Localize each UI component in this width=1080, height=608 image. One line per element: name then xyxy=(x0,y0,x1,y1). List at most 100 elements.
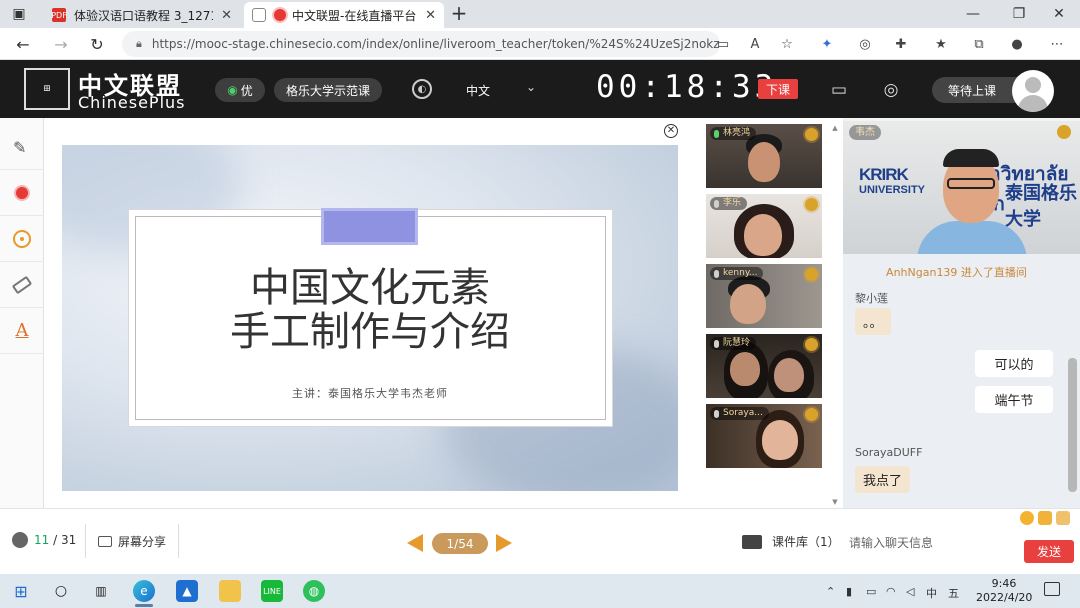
minimize-icon[interactable]: — xyxy=(950,0,996,28)
chevron-down-icon[interactable]: ⌄ xyxy=(526,80,536,94)
task-view-icon[interactable]: ▥ xyxy=(90,580,112,602)
more-menu-icon[interactable]: ⋯ xyxy=(1046,34,1068,54)
close-icon[interactable]: ✕ xyxy=(664,124,678,138)
search-icon[interactable]: ○ xyxy=(50,580,72,602)
video-figure xyxy=(748,142,780,182)
tab-actions-icon[interactable]: ▣ xyxy=(0,0,38,28)
read-aloud-icon[interactable]: A xyxy=(744,34,766,54)
volume-icon[interactable]: ◁ xyxy=(906,585,914,598)
screen-share-button[interactable]: 屏幕分享 xyxy=(98,533,166,550)
back-icon[interactable]: ← xyxy=(12,33,34,55)
next-page-icon[interactable] xyxy=(496,534,512,552)
courseware-button[interactable]: 课件库（1） xyxy=(742,533,840,550)
edge-browser-icon[interactable]: e xyxy=(133,580,155,602)
wechat-icon[interactable]: ◍ xyxy=(303,580,325,602)
favorite-add-icon[interactable]: ☆ xyxy=(776,34,798,54)
student-video-tile[interactable]: 李乐 xyxy=(706,194,822,258)
windows-start-icon[interactable]: ⊞ xyxy=(10,580,32,602)
send-button[interactable]: 发送 xyxy=(1024,540,1074,563)
pointer-tool[interactable] xyxy=(0,216,44,262)
lock-icon: 🔒︎ xyxy=(136,37,142,50)
extension-2-icon[interactable]: ◎ xyxy=(854,34,876,54)
favorites-icon[interactable]: ★ xyxy=(930,34,952,54)
previous-page-icon[interactable] xyxy=(407,534,423,552)
text-tool[interactable]: A xyxy=(0,308,44,354)
file-explorer-icon[interactable] xyxy=(219,580,241,602)
line-app-icon[interactable]: LINE xyxy=(261,580,283,602)
ime-mode-indicator[interactable]: 五 xyxy=(948,585,959,601)
reward-icon[interactable] xyxy=(805,338,818,351)
new-tab-button[interactable]: + xyxy=(448,3,470,25)
student-video-tile[interactable]: Soraya... xyxy=(706,404,822,468)
mic-off-icon xyxy=(714,269,719,278)
reward-icon[interactable] xyxy=(1057,125,1071,139)
forward-icon[interactable]: → xyxy=(50,33,72,55)
slide-subtitle: 主讲：泰国格乐大学韦杰老师 xyxy=(292,387,448,400)
video-figure xyxy=(730,284,766,324)
close-tab-icon[interactable]: ✕ xyxy=(425,8,436,23)
language-select[interactable]: 中文 xyxy=(466,82,490,99)
wifi-tray-icon[interactable]: ◠ xyxy=(886,585,896,598)
close-tab-icon[interactable]: ✕ xyxy=(221,8,232,23)
color-tool[interactable] xyxy=(0,170,44,216)
refresh-icon[interactable]: ↻ xyxy=(86,33,108,55)
microphone-tray-icon[interactable]: ▮ xyxy=(846,585,852,598)
folder-icon[interactable] xyxy=(1038,511,1052,525)
photos-icon[interactable]: ▲ xyxy=(176,580,198,602)
chat-scrollbar[interactable] xyxy=(1068,358,1077,492)
ime-indicator[interactable]: 中 xyxy=(926,585,937,601)
video-figure xyxy=(762,420,798,460)
reward-icon[interactable] xyxy=(805,268,818,281)
browser-tab-pdf[interactable]: PDF 体验汉语口语教程 3_12711584.p ✕ xyxy=(44,2,240,28)
pdf-icon: PDF xyxy=(51,8,67,22)
monitor-icon[interactable]: ▭ xyxy=(826,78,852,102)
divider xyxy=(178,524,179,558)
scroll-up-icon[interactable]: ▲ xyxy=(831,124,839,132)
file-icon[interactable] xyxy=(1056,511,1070,525)
tab-label: 体验汉语口语教程 3_12711584.p xyxy=(74,8,213,23)
windows-taskbar xyxy=(0,574,1080,608)
emoji-icon[interactable] xyxy=(1020,511,1034,525)
broadcast-icon[interactable]: ◎ xyxy=(878,78,904,102)
notification-icon[interactable] xyxy=(1044,582,1060,596)
extension-icon[interactable]: ✦ xyxy=(816,34,838,54)
reward-icon[interactable] xyxy=(805,408,818,421)
student-video-tile[interactable]: 林亮鸿 xyxy=(706,124,822,188)
drawing-toolbar: ✎ A xyxy=(0,118,44,508)
video-figure xyxy=(943,149,999,167)
camera-icon[interactable]: ▭ xyxy=(712,34,734,54)
profile-icon[interactable]: ● xyxy=(1006,34,1028,54)
chat-input[interactable]: 请输入聊天信息 xyxy=(849,534,933,551)
chat-system-message: AnhNgan139 进入了直播间 xyxy=(886,266,1027,279)
student-video-tile[interactable]: kenny... xyxy=(706,264,822,328)
avatar-head xyxy=(1025,77,1041,93)
tray-expand-icon[interactable]: ⌃ xyxy=(826,585,835,598)
screen-share-label: 屏幕分享 xyxy=(118,535,167,549)
video-list-scrollbar[interactable]: ▲ ▼ xyxy=(831,124,839,506)
network-quality-label: 优 xyxy=(240,83,253,98)
video-figure xyxy=(730,352,760,386)
pen-tool[interactable]: ✎ xyxy=(0,124,44,170)
end-class-button[interactable]: 下课 xyxy=(758,79,798,99)
url-field[interactable]: 🔒︎ https://mooc-stage.chinesecio.com/ind… xyxy=(122,31,720,57)
globe-icon[interactable]: ◐ xyxy=(412,79,432,99)
tab-label: 中文联盟-在线直播平台-格乐 xyxy=(292,8,417,23)
scroll-down-icon[interactable]: ▼ xyxy=(831,498,839,506)
eraser-tool[interactable] xyxy=(0,262,44,308)
battery-icon[interactable]: ▭ xyxy=(866,585,876,598)
chat-panel: AnhNgan139 进入了直播间 黎小莲 。。 可以的 端午节 SorayaD… xyxy=(843,254,1080,508)
online-users[interactable]: 11 / 31 xyxy=(12,532,76,548)
reward-icon[interactable] xyxy=(805,198,818,211)
collections-icon[interactable]: ⧉ xyxy=(968,34,990,54)
record-icon xyxy=(274,9,286,21)
avatar[interactable] xyxy=(1012,70,1054,112)
student-video-tile[interactable]: 阮慧玲 xyxy=(706,334,822,398)
teacher-video[interactable]: KRIRK UNIVERSITY มหาวิทยาลัยเกริก 泰国格乐大学… xyxy=(843,121,1080,254)
reward-icon[interactable] xyxy=(805,128,818,141)
page-indicator: 1/54 xyxy=(432,533,488,554)
browser-tab-liveroom[interactable]: 中文联盟-在线直播平台-格乐 ✕ xyxy=(244,2,444,28)
chat-message: 我点了 xyxy=(855,466,911,493)
close-window-icon[interactable]: ✕ xyxy=(1036,0,1080,28)
taskbar-clock[interactable]: 9:46 2022/4/20 xyxy=(976,577,1032,605)
extensions-puzzle-icon[interactable]: ✚ xyxy=(890,34,912,54)
